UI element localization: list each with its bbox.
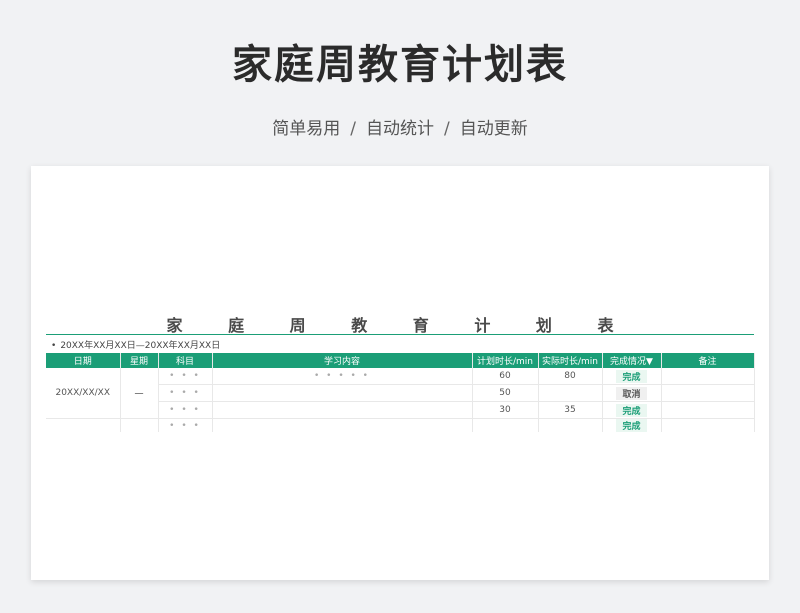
subtitle-separator: / (350, 119, 356, 139)
status-badge: 取消 (616, 386, 647, 400)
subtitle-item: 自动统计 (366, 119, 434, 139)
status-badge: 完成 (616, 369, 647, 383)
content-cell[interactable] (212, 384, 473, 402)
title-divider (46, 334, 754, 335)
table-row: • • • 完成 (46, 418, 755, 432)
date-range-text: 20XX年XX月XX日—20XX年XX月XX日 (60, 341, 221, 351)
header-content: 学习内容 (212, 353, 473, 368)
note-cell[interactable] (661, 368, 755, 385)
subject-cell[interactable]: • • • (158, 368, 213, 385)
content-cell[interactable] (212, 418, 473, 432)
page-title: 家庭周教育计划表 (232, 42, 568, 88)
planned-cell[interactable] (472, 418, 539, 432)
content-cell[interactable] (212, 401, 473, 419)
table-header-row: 日期 星期 科目 学习内容 计划时长/min 实际时长/min 完成情况▼ 备注 (46, 353, 755, 368)
note-cell[interactable] (661, 384, 755, 402)
status-cell[interactable]: 完成 (602, 368, 662, 385)
plan-table: 日期 星期 科目 学习内容 计划时长/min 实际时长/min 完成情况▼ 备注… (46, 353, 755, 432)
actual-cell[interactable]: 80 (538, 368, 603, 385)
subtitle-separator: / (444, 119, 450, 139)
date-cell[interactable] (46, 418, 121, 432)
sheet-title: 家 庭 周 教 育 计 划 表 (166, 316, 634, 335)
subject-cell[interactable]: • • • (158, 418, 213, 432)
planned-cell[interactable]: 30 (472, 401, 539, 419)
weekday-cell[interactable]: 一 (120, 368, 159, 419)
bullet-icon: • (51, 341, 57, 351)
header-planned: 计划时长/min (472, 353, 539, 368)
status-cell[interactable]: 取消 (602, 384, 662, 402)
status-badge: 完成 (616, 419, 647, 432)
planned-cell[interactable]: 60 (472, 368, 539, 385)
header-actual: 实际时长/min (538, 353, 603, 368)
note-cell[interactable] (661, 418, 755, 432)
actual-cell[interactable]: 35 (538, 401, 603, 419)
status-cell[interactable]: 完成 (602, 401, 662, 419)
date-cell[interactable]: 20XX/XX/XX (46, 368, 121, 419)
subject-cell[interactable]: • • • (158, 401, 213, 419)
header-date: 日期 (46, 353, 121, 368)
page-subtitle: 简单易用 / 自动统计 / 自动更新 (0, 114, 800, 139)
note-cell[interactable] (661, 401, 755, 419)
planned-cell[interactable]: 50 (472, 384, 539, 402)
status-cell[interactable]: 完成 (602, 418, 662, 432)
header-note: 备注 (661, 353, 755, 368)
weekday-cell[interactable] (120, 418, 159, 432)
content-cell[interactable]: • • • • • (212, 368, 473, 385)
actual-cell[interactable] (538, 384, 603, 402)
table-row: 20XX/XX/XX 一 • • • • • • • • 60 80 完成 (46, 368, 755, 419)
header-subject: 科目 (158, 353, 213, 368)
status-badge: 完成 (616, 403, 647, 417)
header-weekday: 星期 (120, 353, 159, 368)
header-status-dropdown[interactable]: 完成情况▼ (602, 353, 662, 368)
subtitle-item: 自动更新 (459, 119, 528, 139)
actual-cell[interactable] (538, 418, 603, 432)
subtitle-item: 简单易用 (272, 119, 341, 139)
date-range: • 20XX年XX月XX日—20XX年XX月XX日 (51, 338, 220, 351)
spreadsheet-preview-card: 家 庭 周 教 育 计 划 表 • 20XX年XX月XX日—20XX年XX月XX日… (31, 166, 769, 580)
subject-cell[interactable]: • • • (158, 384, 213, 402)
